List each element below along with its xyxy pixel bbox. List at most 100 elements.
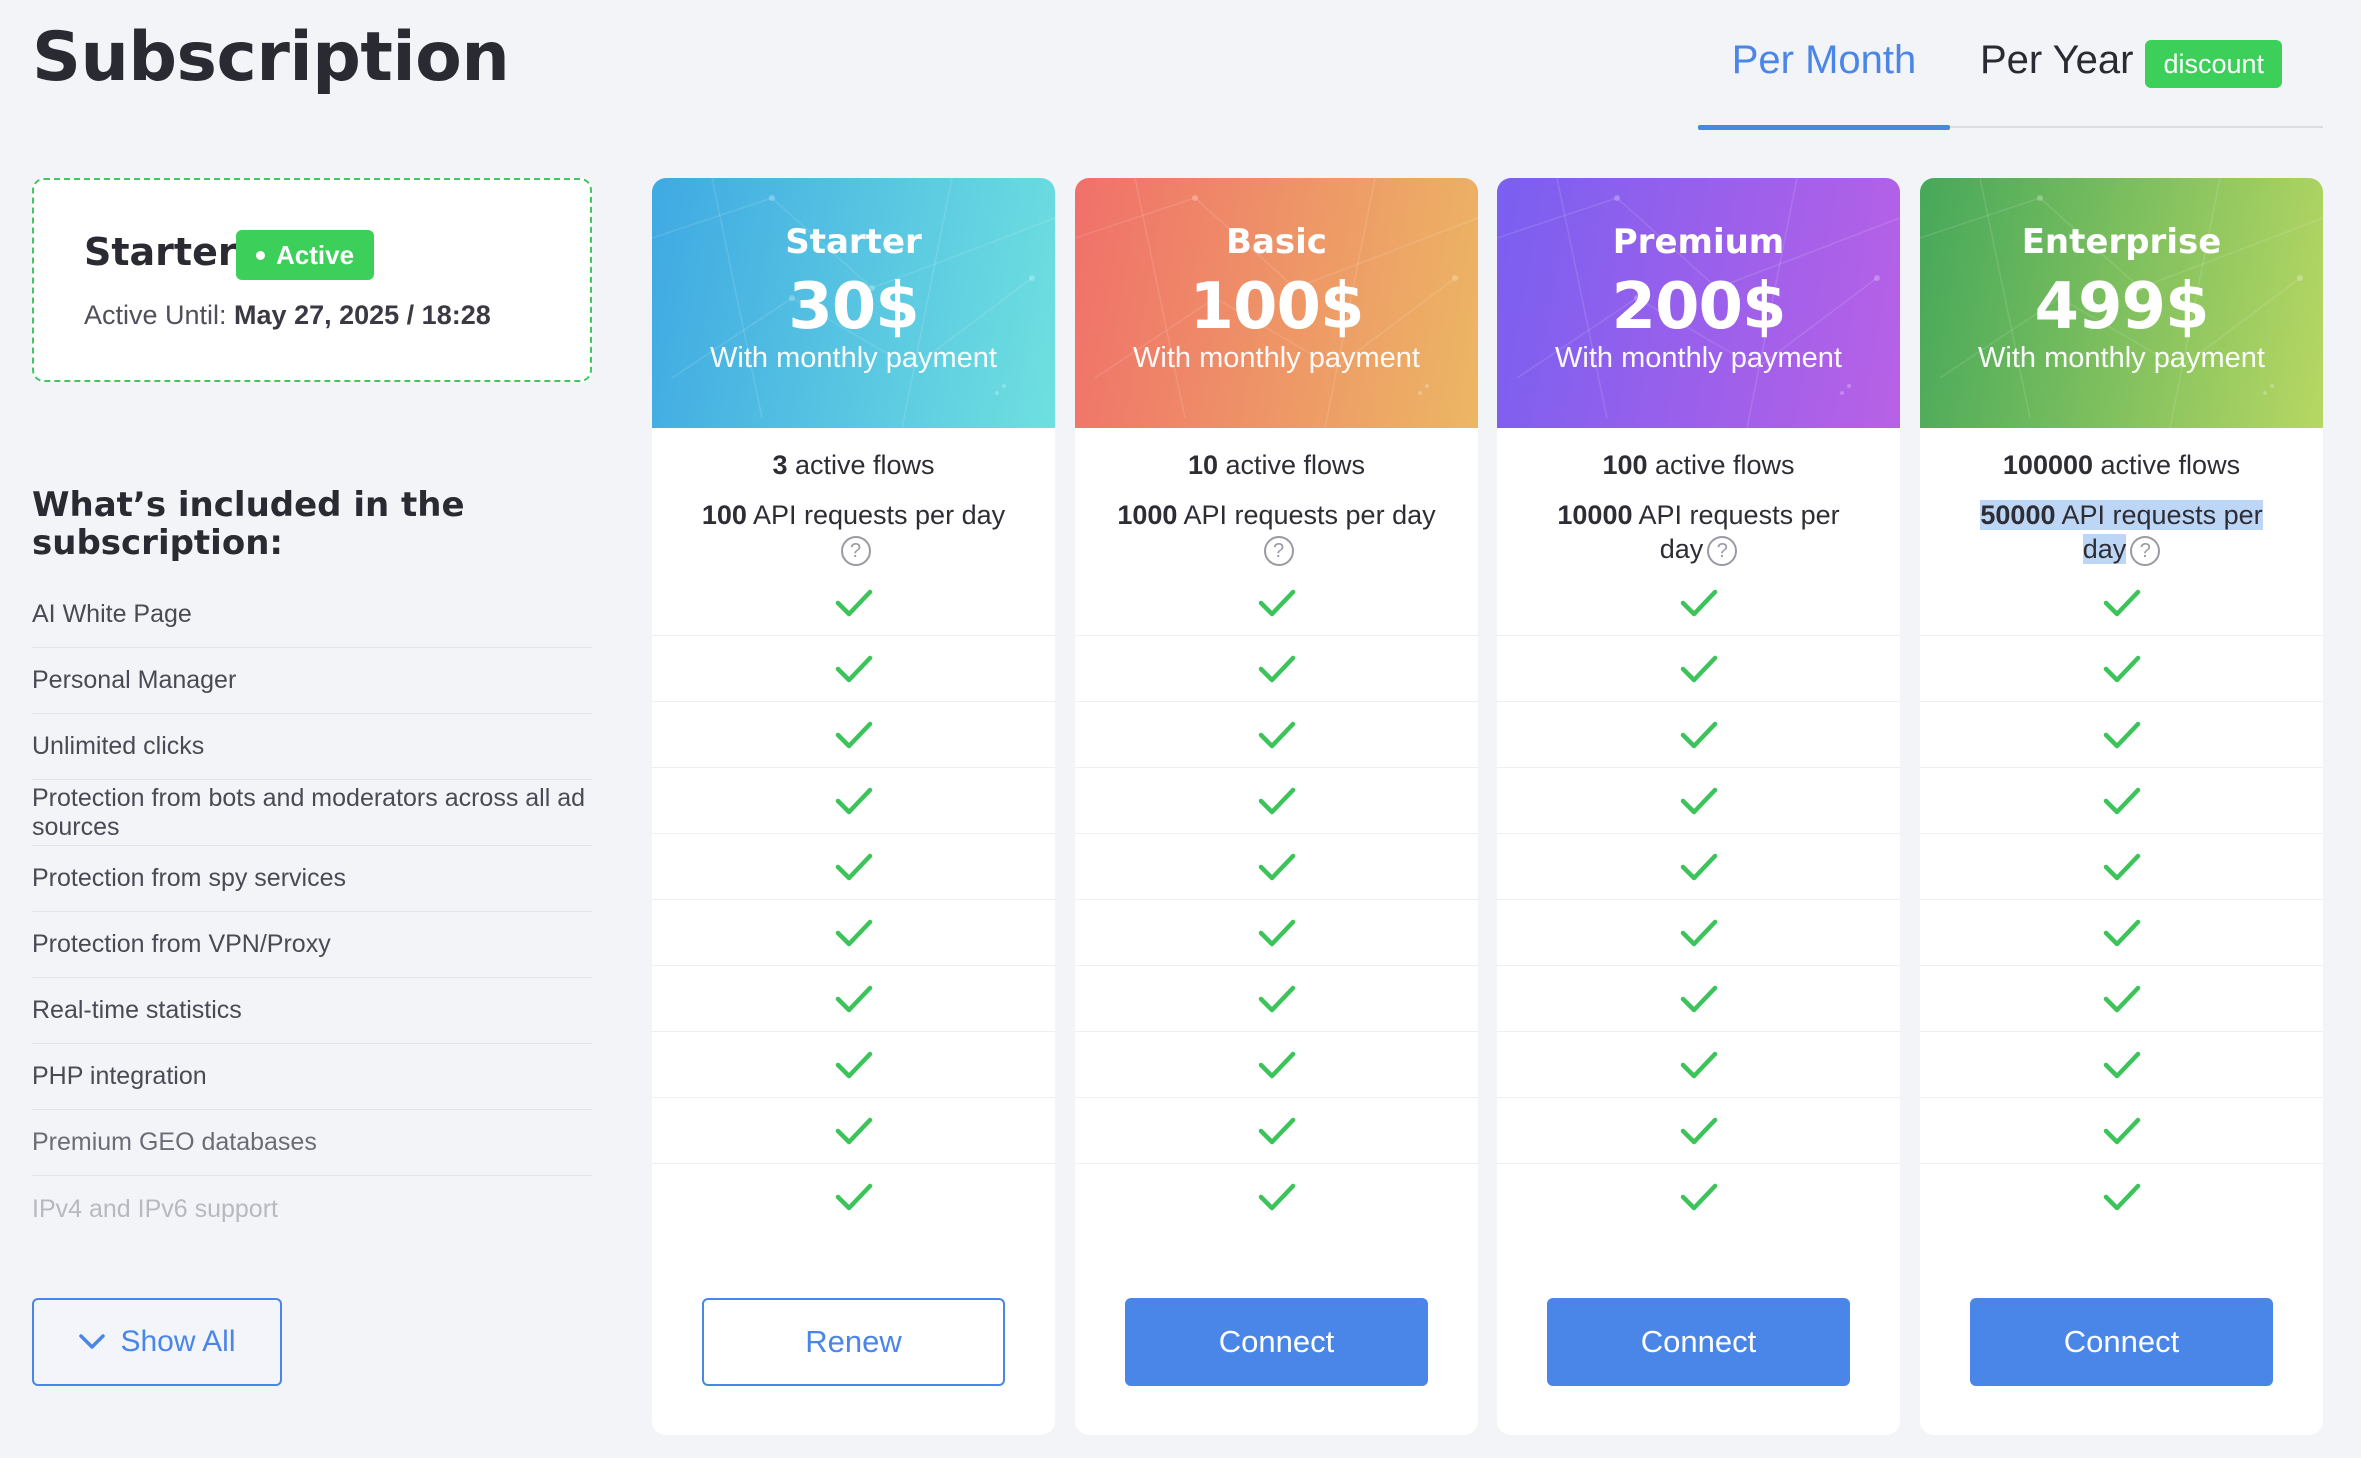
checkmark-icon <box>1258 985 1295 1012</box>
plan-api-line: 10000 API requests per <box>1497 498 1900 532</box>
plan-name: Enterprise <box>2021 222 2222 262</box>
feature-check <box>1075 834 1478 900</box>
help-icon[interactable]: ? <box>2130 535 2161 566</box>
feature-item: IPv4 and IPv6 support <box>32 1194 278 1223</box>
plan-header: Basic 100$ With monthly payment <box>1075 178 1478 428</box>
plan-flows-text: active flows <box>2093 450 2241 480</box>
feature-check <box>1497 1032 1900 1098</box>
plan-flows-text: active flows <box>1647 450 1795 480</box>
plan-api-line-2: day? <box>1497 532 1900 566</box>
checkmark-icon <box>1680 1117 1717 1144</box>
checkmark-icon <box>1680 721 1717 748</box>
feature-item: Premium GEO databases <box>32 1110 592 1176</box>
feature-check <box>1075 1098 1478 1164</box>
discount-badge: discount <box>2145 40 2283 88</box>
plan-api-text: API requests per day <box>746 500 1006 530</box>
plan-feature-checks <box>652 570 1055 1230</box>
plan-api-line-2: day? <box>1920 532 2323 566</box>
checkmark-icon <box>1258 721 1295 748</box>
checkmark-icon <box>2103 1051 2140 1078</box>
plan-period: With monthly payment <box>1555 342 1842 374</box>
plan-flows-value: 10 <box>1187 450 1218 480</box>
feature-check <box>1497 702 1900 768</box>
plan-flows-line: 100 active flows <box>1497 448 1900 482</box>
connect-button[interactable]: Connect <box>1125 1298 1428 1386</box>
feature-check <box>652 834 1055 900</box>
connect-button[interactable]: Connect <box>1547 1298 1850 1386</box>
plan-price: 200$ <box>1611 270 1786 344</box>
checkmark-icon <box>835 655 872 682</box>
feature-item: Protection from bots and moderators acro… <box>32 780 592 846</box>
checkmark-icon <box>2103 787 2140 814</box>
feature-check <box>1920 966 2323 1032</box>
feature-check <box>652 570 1055 636</box>
tab-per-month[interactable]: Per Month <box>1698 34 1950 130</box>
feature-check <box>1920 702 2323 768</box>
show-all-button[interactable]: Show All <box>32 1298 282 1386</box>
feature-check <box>1920 1164 2323 1230</box>
active-until-label: Active Until: <box>84 300 235 330</box>
feature-item: Real-time statistics <box>32 978 592 1044</box>
checkmark-icon <box>835 1051 872 1078</box>
plan-api-text-2: day <box>2082 534 2127 564</box>
help-icon[interactable]: ? <box>1707 535 1738 566</box>
checkmark-icon <box>2103 853 2140 880</box>
plan-api-line: 50000 API requests per <box>1920 498 2323 532</box>
checkmark-icon <box>1258 1051 1295 1078</box>
feature-check <box>1075 1032 1478 1098</box>
feature-check <box>1075 636 1478 702</box>
checkmark-icon <box>2103 1183 2140 1211</box>
checkmark-icon <box>2103 1117 2140 1144</box>
checkmark-icon <box>1680 655 1717 682</box>
plan-flows-line: 100000 active flows <box>1920 448 2323 482</box>
feature-item: Protection from VPN/Proxy <box>32 912 592 978</box>
renew-button[interactable]: Renew <box>702 1298 1005 1386</box>
feature-check <box>1075 702 1478 768</box>
plan-limits: 10 active flows 1000 API requests per da… <box>1075 428 1478 570</box>
checkmark-icon <box>835 919 872 946</box>
features-title: What’s included in the subscription: <box>32 485 465 563</box>
plan-feature-checks <box>1497 570 1900 1230</box>
plan-period: With monthly payment <box>710 342 997 374</box>
feature-item: PHP integration <box>32 1044 592 1110</box>
feature-check <box>1075 900 1478 966</box>
feature-item: Protection from spy services <box>32 846 592 912</box>
checkmark-icon <box>835 787 872 814</box>
plan-name: Starter <box>785 222 922 262</box>
tab-per-year[interactable]: Per Year discount <box>1980 34 2283 128</box>
feature-item: Personal Manager <box>32 648 592 714</box>
plan-name: Premium <box>1612 222 1785 262</box>
checkmark-icon <box>1258 589 1295 616</box>
connect-button[interactable]: Connect <box>1970 1298 2273 1386</box>
checkmark-icon <box>835 1117 872 1144</box>
plan-api-value: 10000 <box>1557 500 1633 530</box>
feature-check <box>1497 570 1900 636</box>
checkmark-icon <box>835 985 872 1012</box>
plan-card-starter: Starter 30$ With monthly payment 3 activ… <box>652 178 1055 1435</box>
help-icon[interactable]: ? <box>840 535 871 566</box>
plan-api-value: 100 <box>701 500 747 530</box>
feature-check <box>1497 768 1900 834</box>
checkmark-icon <box>1258 1183 1295 1211</box>
feature-check <box>1075 966 1478 1032</box>
feature-check <box>1075 768 1478 834</box>
plan-api-text: API requests per <box>2055 500 2263 530</box>
checkmark-icon <box>835 853 872 880</box>
feature-check <box>652 1164 1055 1230</box>
plan-period: With monthly payment <box>1133 342 1420 374</box>
plan-limits: 100000 active flows 50000 API requests p… <box>1920 428 2323 570</box>
help-icon[interactable]: ? <box>1263 535 1294 566</box>
plan-flows-value: 100000 <box>2002 450 2094 480</box>
feature-check <box>652 636 1055 702</box>
plan-header: Premium 200$ With monthly payment <box>1497 178 1900 428</box>
feature-check <box>1920 768 2323 834</box>
checkmark-icon <box>1680 787 1717 814</box>
plan-feature-checks <box>1920 570 2323 1230</box>
active-until-value: May 27, 2025 / 18:28 <box>234 300 491 330</box>
checkmark-icon <box>835 589 872 616</box>
page-title: Subscription <box>32 18 510 97</box>
feature-item: Unlimited clicks <box>32 714 592 780</box>
checkmark-icon <box>1680 589 1717 616</box>
feature-check <box>652 900 1055 966</box>
status-dot-icon <box>256 251 265 260</box>
